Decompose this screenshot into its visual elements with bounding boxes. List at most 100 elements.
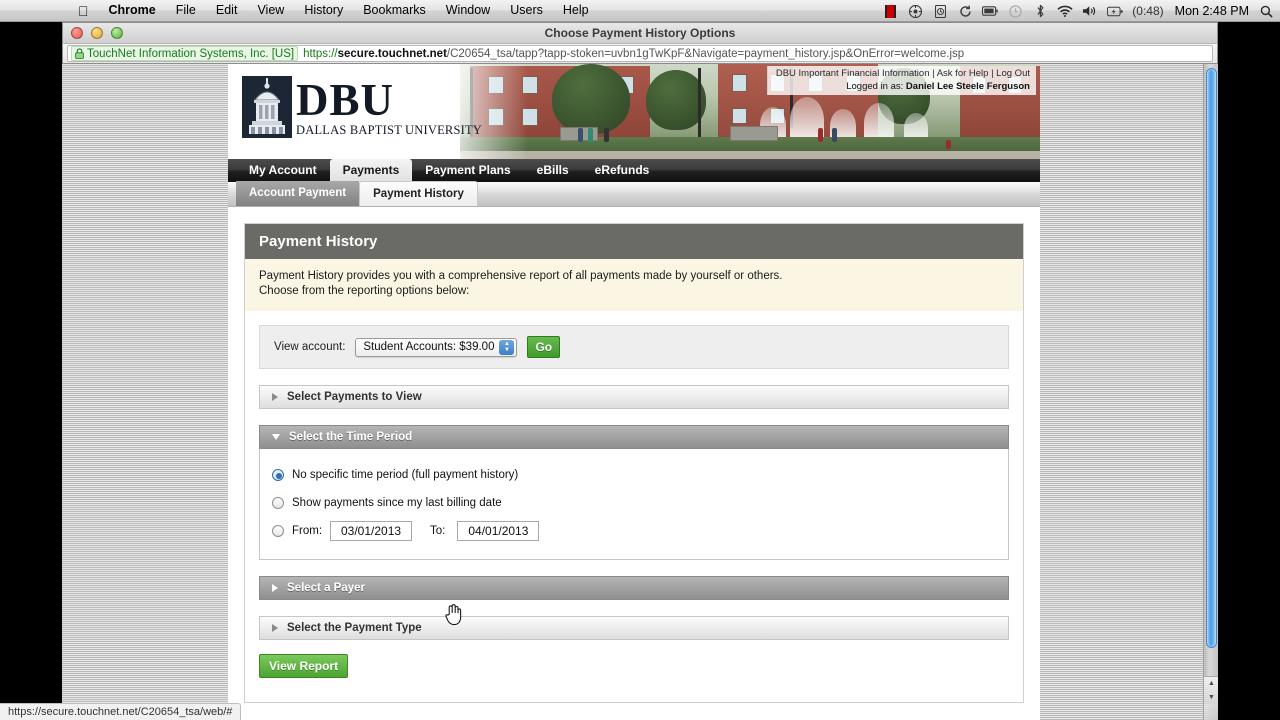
nav-tab-ebills[interactable]: eBills [524,159,582,182]
accordion-label-payment-type: Select the Payment Type [287,622,422,634]
url-host: secure.touchnet.net [337,47,447,60]
triangle-down-icon [272,434,280,440]
browser-title-bar: Choose Payment History Options [62,22,1218,43]
radio-row-no-specific[interactable]: No specific time period (full payment hi… [272,461,996,489]
browser-toolbar: TouchNet Information Systems, Inc. [US] … [62,43,1218,64]
url-path: /C20654_tsa/tapp?tapp-stoken=uvbn1gTwKpF… [446,47,965,60]
screen:  Chrome File Edit View History Bookmark… [0,0,1280,720]
logged-in-status: Logged in as: Daniel Lee Steele Ferguson [776,81,1030,92]
logo-acronym: DBU [296,75,395,125]
menu-item-edit[interactable]: Edit [206,0,248,21]
menu-item-view[interactable]: View [247,0,294,21]
radio-row-since-last-billing[interactable]: Show payments since my last billing date [272,489,996,517]
volume-icon[interactable] [1082,4,1098,18]
os-status-icons: (0:48) Mon 2:48 PM [882,0,1274,22]
to-label: To: [430,525,446,537]
do-not-disturb-icon[interactable] [1007,4,1023,18]
apple-logo-icon[interactable]:  [68,1,99,21]
radio-since-last-billing[interactable] [272,497,284,509]
os-menu-items:  Chrome File Edit View History Bookmark… [0,0,599,21]
site-page: DBU DALLAS BAPTIST UNIVERSITY DBU Import… [228,64,1040,720]
menu-item-chrome[interactable]: Chrome [99,0,166,21]
power-adapter-icon[interactable] [1107,4,1123,18]
bluetooth-icon[interactable] [1032,4,1048,18]
card-body: View account: Student Accounts: $39.00 ▲… [245,311,1023,702]
nav-tab-erefunds[interactable]: eRefunds [582,159,663,182]
subnav-tab-payment-history[interactable]: Payment History [359,181,478,206]
clock-label[interactable]: Mon 2:48 PM [1173,4,1249,18]
scroll-down-icon[interactable]: ▼ [1208,694,1215,701]
url-text: https://secure.touchnet.net/C20654_tsa/t… [303,48,964,60]
url-scheme: https:// [303,47,338,60]
payment-history-card: Payment History Payment History provides… [244,223,1024,703]
view-report-button[interactable]: View Report [259,654,349,678]
menu-item-users[interactable]: Users [500,0,553,21]
accordion-label-time-period: Select the Time Period [289,431,413,443]
account-select-value: Student Accounts: $39.00 [363,341,495,353]
radio-row-date-range[interactable]: From: To: [272,517,996,545]
chevron-up-icon: ▲ [503,340,510,347]
wifi-icon[interactable] [1057,4,1073,18]
menu-item-help[interactable]: Help [553,0,599,21]
accordion-header-select-payer[interactable]: Select a Payer [259,576,1009,600]
header-links[interactable]: DBU Important Financial Information | As… [776,68,1030,79]
nav-tab-my-account[interactable]: My Account [236,159,330,182]
account-select[interactable]: Student Accounts: $39.00 ▲ ▼ [355,337,518,357]
view-account-label: View account: [274,341,346,353]
description-line-2: Choose from the reporting options below: [259,285,470,297]
menu-item-history[interactable]: History [294,0,353,21]
accordion-header-select-payments[interactable]: Select Payments to View [259,385,1009,409]
radio-label-since-last-billing: Show payments since my last billing date [292,497,502,509]
scroll-up-icon[interactable]: ▲ [1208,680,1215,687]
triangle-right-icon [272,393,278,401]
time-machine-icon[interactable] [932,4,948,18]
lock-icon [75,48,84,59]
from-date-input[interactable] [330,521,413,541]
scrollbar-buttons[interactable]: ▲ ▼ [1204,676,1218,704]
accordion-time-period: Select the Time Period No specific time … [259,425,1009,560]
dropbox-icon[interactable] [907,4,923,18]
account-selector-row: View account: Student Accounts: $39.00 ▲… [259,325,1009,369]
accordion-payment-type: Select the Payment Type [259,616,1009,640]
select-stepper-icon: ▲ ▼ [499,339,515,355]
to-date-input[interactable] [457,521,540,541]
header-utility-box: DBU Important Financial Information | As… [766,66,1036,95]
from-label: From: [292,525,323,537]
accordion-header-time-period[interactable]: Select the Time Period [259,425,1009,449]
triangle-right-icon [272,624,278,632]
subnav-tab-account-payment[interactable]: Account Payment [236,181,360,206]
accordion-select-payer: Select a Payer [259,576,1009,600]
accordion-label-select-payer: Select a Payer [287,582,366,594]
menu-item-bookmarks[interactable]: Bookmarks [353,0,436,21]
radio-date-range[interactable] [272,525,284,537]
dome-icon [242,76,292,138]
menu-item-file[interactable]: File [166,0,206,21]
accordion-label-select-payments: Select Payments to View [287,391,422,403]
browser-status-bar: https://secure.touchnet.net/C20654_tsa/w… [0,703,242,720]
logo-fullname: DALLAS BAPTIST UNIVERSITY [296,123,483,137]
radio-no-specific-period[interactable] [272,469,284,481]
address-bar[interactable]: TouchNet Information Systems, Inc. [US] … [67,45,1213,62]
site-banner: DBU DALLAS BAPTIST UNIVERSITY DBU Import… [228,64,1040,159]
nav-tab-payment-plans[interactable]: Payment Plans [412,159,523,182]
battery-meter-icon[interactable] [982,4,999,18]
spotlight-search-icon[interactable] [1258,4,1274,18]
battery-time-label: (0:48) [1132,4,1164,18]
screen-recording-icon[interactable] [882,4,898,18]
ssl-badge: TouchNet Information Systems, Inc. [US] [71,46,299,61]
scrollbar-thumb[interactable] [1206,68,1217,648]
window-title: Choose Payment History Options [544,26,736,40]
go-button[interactable]: Go [527,336,561,358]
page-viewport: DBU DALLAS BAPTIST UNIVERSITY DBU Import… [62,64,1218,720]
nav-tab-payments[interactable]: Payments [329,159,413,182]
main-content: Payment History Payment History provides… [228,207,1040,703]
dbu-logo[interactable]: DBU DALLAS BAPTIST UNIVERSITY [242,76,482,138]
menu-item-window[interactable]: Window [436,0,500,21]
vertical-scrollbar[interactable]: ▲ ▼ [1203,64,1218,720]
os-menu-bar:  Chrome File Edit View History Bookmark… [0,0,1280,22]
secondary-nav: Account Payment Payment History [228,181,1040,207]
logged-in-prefix: Logged in as: [846,81,904,92]
window-resize-grip[interactable] [1204,704,1218,720]
accordion-header-payment-type[interactable]: Select the Payment Type [259,616,1009,640]
sync-icon[interactable] [957,4,973,18]
